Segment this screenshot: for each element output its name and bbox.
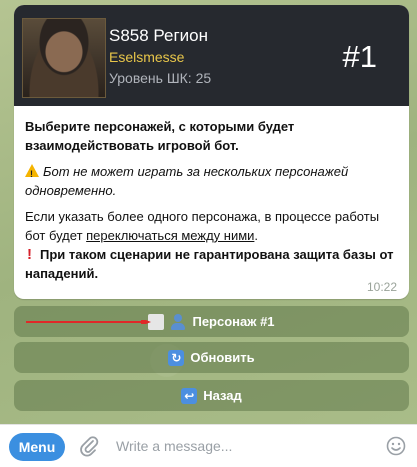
character-number-badge: #1: [342, 39, 377, 74]
character-avatar: [22, 18, 106, 98]
switching-link[interactable]: переключаться между ними: [86, 228, 254, 243]
message-time: 10:22: [366, 280, 397, 294]
back-button[interactable]: ↩ Назад: [14, 380, 409, 411]
character-button-label: Персонаж #1: [192, 314, 275, 329]
message-input[interactable]: [116, 436, 356, 456]
bot-message: S858 Регион Eselsmesse Уровень ШК: 25 #1…: [14, 5, 409, 299]
switching-text-end: .: [254, 228, 259, 243]
warning-paragraph: Бот не может играть за нескольких персон…: [25, 162, 400, 200]
exclamation-icon: !: [27, 246, 32, 263]
menu-button[interactable]: Menu: [9, 433, 65, 461]
attach-icon[interactable]: [79, 435, 99, 457]
annotation-arrow: [26, 320, 151, 324]
character-name: Eselsmesse: [109, 49, 185, 65]
protection-paragraph: ! При таком сценарии не гарантирована защ…: [25, 245, 400, 283]
character-banner: S858 Регион Eselsmesse Уровень ШК: 25 #1: [14, 5, 409, 106]
refresh-icon: ↻: [168, 349, 185, 366]
region-title: S858 Регион: [109, 26, 209, 45]
intro-paragraph: Выберите персонажей, с которыми будет вз…: [25, 119, 295, 153]
message-input-bar: Menu: [0, 424, 417, 467]
switching-paragraph: Если указать более одного персонажа, в п…: [25, 207, 400, 245]
character-level: Уровень ШК: 25: [109, 70, 212, 86]
back-button-label: Назад: [203, 388, 242, 403]
emoji-icon[interactable]: [386, 436, 406, 456]
warning-text: Бот не может играть за нескольких персон…: [25, 164, 349, 198]
refresh-button-label: Обновить: [190, 350, 255, 365]
message-text: Выберите персонажей, с которыми будет вз…: [25, 117, 400, 290]
protection-text: При таком сценарии не гарантирована защи…: [25, 247, 394, 281]
person-icon: [170, 313, 186, 330]
warning-icon: [25, 164, 39, 184]
back-icon: ↩: [181, 387, 198, 404]
refresh-button[interactable]: ↻ Обновить: [14, 342, 409, 373]
